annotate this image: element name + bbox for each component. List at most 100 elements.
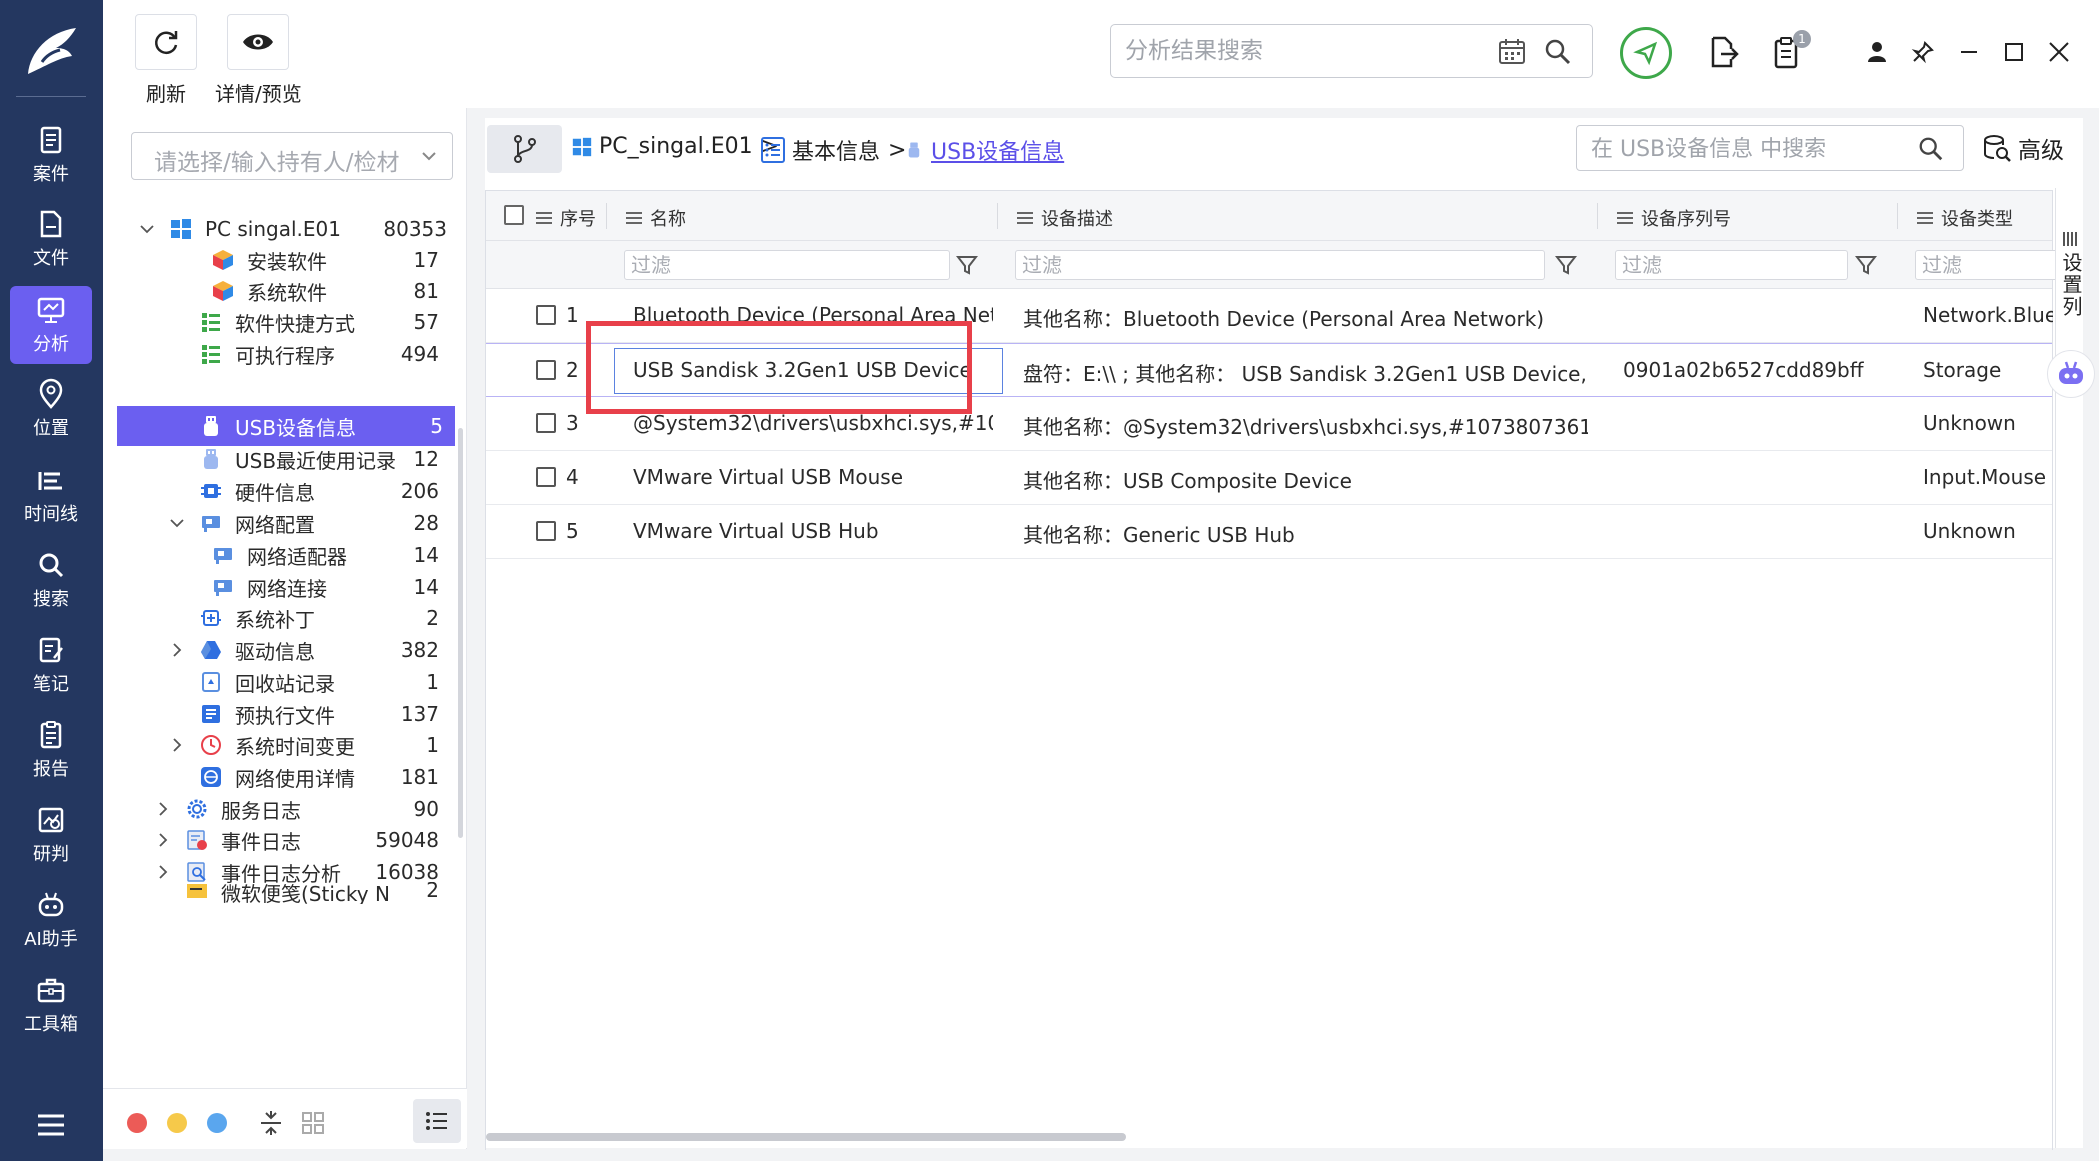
minimize-icon (1961, 51, 1977, 53)
rail-item-toolbox[interactable]: 工具箱 (10, 966, 92, 1044)
rail-label: AI助手 (24, 929, 78, 950)
preview-button[interactable]: 详情/预览 (215, 14, 302, 107)
filter-desc (1015, 250, 1545, 280)
rail-item-location[interactable]: 位置 (10, 370, 92, 448)
collapse-all-icon[interactable] (258, 1109, 284, 1137)
pin-button[interactable] (1909, 38, 1937, 66)
note-icon (39, 637, 63, 663)
refresh-button[interactable]: 刷新 (135, 14, 197, 107)
grid-view-icon[interactable] (301, 1111, 325, 1135)
prefetch-icon (202, 705, 220, 723)
calendar-icon[interactable] (1497, 37, 1527, 67)
rail-item-case[interactable]: 案件 (10, 116, 92, 194)
filter-name-input[interactable] (631, 253, 907, 277)
tree-label: 软件快捷方式 (235, 311, 355, 336)
user-button[interactable] (1863, 38, 1891, 66)
rail-item-ai[interactable]: AI助手 (10, 881, 92, 959)
breadcrumb-section[interactable]: 基本信息 > (760, 134, 906, 166)
hamburger-menu-icon[interactable] (36, 1112, 66, 1138)
rail-item-file[interactable]: 文件 (10, 200, 92, 278)
list-view-button[interactable] (413, 1099, 461, 1143)
tree-label: 网络适配器 (247, 544, 347, 569)
tree-node-sticky-notes[interactable]: 微软便笺(Sticky N 2 (117, 882, 451, 904)
column-divider[interactable] (1897, 203, 1898, 229)
table-search-input[interactable] (1591, 134, 1901, 164)
column-divider[interactable] (1597, 203, 1598, 229)
rail-item-analysis[interactable]: 分析 (10, 286, 92, 364)
rail-item-timeline[interactable]: 时间线 (10, 456, 92, 534)
breadcrumb-current[interactable]: USB设备信息 (905, 134, 1064, 166)
tree-count: 90 (413, 797, 439, 821)
column-settings-tab[interactable]: 设置列 (2055, 188, 2083, 1148)
select-all-checkbox[interactable] (504, 205, 524, 225)
judge-icon (38, 807, 64, 833)
refresh-icon (155, 31, 178, 55)
column-header-type[interactable]: 设备类型 (1917, 205, 2013, 231)
rail-item-report[interactable]: 报告 (10, 711, 92, 789)
row-checkbox[interactable] (536, 413, 556, 433)
tree-scrollbar[interactable] (458, 428, 463, 838)
rail-label: 位置 (33, 418, 69, 439)
rail-item-note[interactable]: 笔记 (10, 626, 92, 704)
cell-desc: 其他名称：Generic USB Hub (1023, 523, 1295, 547)
breadcrumb-bar: PC_singal.E01 > 基本信息 > USB设备信息 高级 (485, 118, 2083, 176)
holder-select[interactable]: 请选择/输入持有人/检材 (131, 132, 453, 180)
maximize-button[interactable] (2000, 38, 2028, 66)
case-icon (40, 126, 62, 154)
red-dot[interactable] (127, 1113, 147, 1133)
analysis-icon (37, 297, 65, 323)
app-logo-icon (28, 28, 76, 74)
blue-dot[interactable] (207, 1113, 227, 1133)
network-card-icon (214, 548, 232, 564)
breadcrumb-root-label: PC_singal.E01 (599, 134, 753, 159)
breadcrumb-separator: > (888, 137, 907, 163)
horizontal-scrollbar[interactable] (486, 1133, 1126, 1141)
filter-desc-input[interactable] (1022, 253, 1471, 277)
table-row[interactable]: 5 VMware Virtual USB Hub 其他名称：Generic US… (486, 505, 2052, 559)
search-icon (39, 553, 64, 578)
row-checkbox[interactable] (536, 360, 556, 380)
tree-label: 网络使用详情 (235, 766, 355, 791)
filter-icon[interactable] (1555, 254, 1577, 276)
chevron-right-icon (173, 643, 182, 657)
chevron-right-icon (173, 738, 182, 752)
column-divider[interactable] (997, 203, 998, 229)
breadcrumb-root[interactable]: PC_singal.E01 > (571, 134, 779, 159)
close-button[interactable] (2045, 38, 2073, 66)
branch-button[interactable] (487, 125, 562, 173)
task-list-button[interactable]: 1 (1767, 30, 1811, 70)
rail-item-search[interactable]: 搜索 (10, 541, 92, 619)
column-divider[interactable] (606, 203, 607, 229)
yellow-dot[interactable] (167, 1113, 187, 1133)
cell-type: Input.Mouse (1923, 465, 2047, 489)
result-search-input[interactable] (1125, 35, 1465, 67)
filter-type-input[interactable] (1922, 253, 2048, 277)
filter-serial-input[interactable] (1622, 253, 1819, 277)
chevron-right-icon (159, 833, 168, 847)
status-shield-button[interactable] (1620, 27, 1672, 79)
filter-icon[interactable] (956, 254, 978, 276)
export-button[interactable] (1705, 34, 1741, 70)
cube-icon (213, 281, 233, 301)
ai-assistant-float-button[interactable] (2047, 350, 2095, 398)
cell-name: VMware Virtual USB Mouse (633, 465, 904, 489)
column-header-no[interactable]: 序号 (536, 205, 596, 231)
filter-icon[interactable] (1855, 254, 1877, 276)
windows-icon (572, 137, 592, 156)
column-header-serial[interactable]: 设备序列号 (1617, 205, 1731, 231)
column-header-desc[interactable]: 设备描述 (1017, 205, 1113, 231)
row-checkbox[interactable] (536, 467, 556, 487)
column-header-name[interactable]: 名称 (626, 205, 686, 231)
table-row[interactable]: 4 VMware Virtual USB Mouse 其他名称：USB Comp… (486, 451, 2052, 505)
rail-item-judge[interactable]: 研判 (10, 796, 92, 874)
advanced-search-button[interactable]: 高级 (1982, 128, 2064, 168)
column-label: 名称 (650, 209, 686, 230)
search-icon[interactable] (1917, 135, 1945, 163)
row-checkbox[interactable] (536, 521, 556, 541)
minimize-button[interactable] (1955, 38, 1983, 66)
search-icon[interactable] (1543, 37, 1573, 67)
row-checkbox[interactable] (536, 305, 556, 325)
tree-node-executables[interactable]: 可执行程序 494 (117, 334, 451, 374)
tree-label: 系统补丁 (235, 607, 315, 632)
location-icon (39, 378, 63, 409)
